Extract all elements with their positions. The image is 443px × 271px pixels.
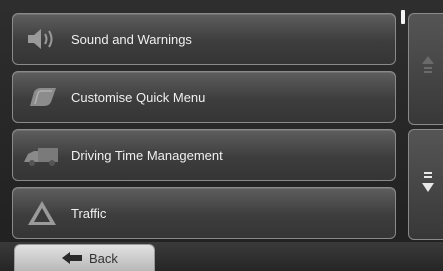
menu-item-label: Driving Time Management [71, 147, 223, 163]
settings-screen: Sound and Warnings Customise Quick Menu … [0, 0, 443, 271]
menu-item-sound-and-warnings[interactable]: Sound and Warnings [12, 13, 396, 65]
truck-icon [17, 135, 67, 175]
scroll-up-icon [421, 55, 435, 84]
menu-item-label: Sound and Warnings [71, 31, 192, 47]
quick-menu-icon [17, 77, 67, 117]
traffic-warning-icon [17, 193, 67, 233]
menu-item-label: Customise Quick Menu [71, 89, 206, 105]
back-button[interactable]: Back [14, 244, 155, 271]
scroll-down-icon [421, 170, 435, 199]
menu-item-driving-time-management[interactable]: Driving Time Management [12, 129, 396, 181]
menu-item-label: Traffic [71, 205, 107, 221]
scroll-down-button[interactable] [408, 129, 443, 240]
scroll-up-button[interactable] [408, 13, 443, 125]
menu-item-customise-quick-menu[interactable]: Customise Quick Menu [12, 71, 396, 123]
menu-item-traffic[interactable]: Traffic [12, 187, 396, 239]
back-arrow-icon [61, 251, 83, 265]
scrollbar-thumb[interactable] [401, 10, 405, 24]
speaker-icon [17, 19, 67, 59]
back-label: Back [89, 250, 118, 266]
